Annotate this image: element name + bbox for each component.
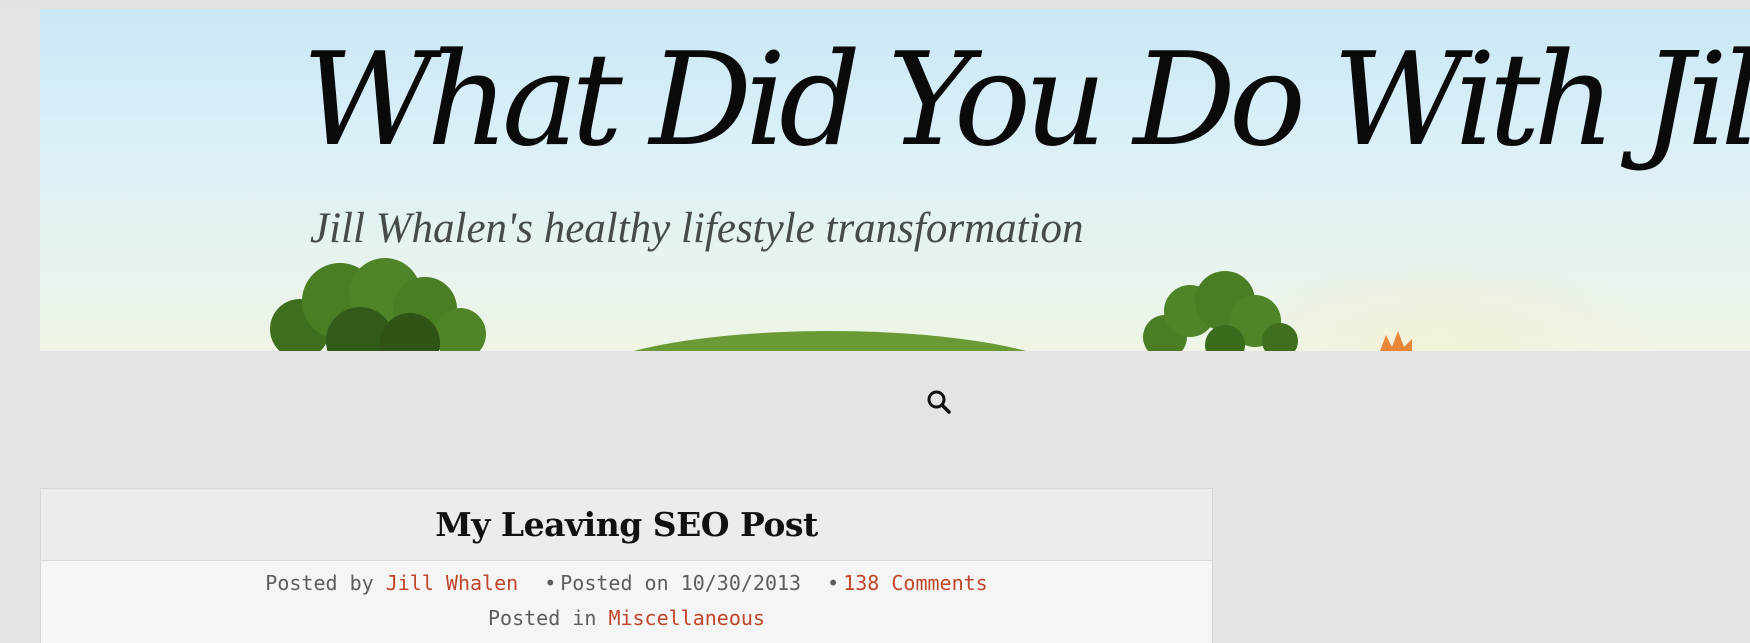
post-meta-line-1: Posted by Jill Whalen • Posted on 10/30/2… [41, 566, 1212, 601]
meta-separator: • [544, 571, 557, 595]
posted-on-label: Posted on [560, 571, 669, 595]
hill [633, 331, 1027, 351]
post-card: My Leaving SEO Post Posted by Jill Whale… [40, 488, 1213, 643]
header-banner[interactable]: What Did You Do With Jill? Jill Whalen's… [40, 9, 1750, 351]
site-title[interactable]: What Did You Do With Jill? [302, 37, 1750, 165]
post-header: My Leaving SEO Post [41, 489, 1212, 561]
meta-separator: • [827, 571, 840, 595]
bush-right [1143, 271, 1298, 351]
post-date: 10/30/2013 [680, 571, 802, 595]
nav-bar [40, 351, 1750, 451]
comments-link[interactable]: 138 Comments [843, 571, 988, 595]
search-toggle-button[interactable] [924, 387, 954, 417]
top-strip [0, 0, 1750, 9]
author-link[interactable]: Jill Whalen [386, 571, 518, 595]
posted-by-label: Posted by [265, 571, 374, 595]
bush-left [270, 258, 486, 351]
category-link[interactable]: Miscellaneous [608, 606, 765, 630]
site-tagline: Jill Whalen's healthy lifestyle transfor… [310, 205, 1084, 252]
post-meta-line-2: Posted in Miscellaneous [41, 601, 1212, 636]
post-meta: Posted by Jill Whalen • Posted on 10/30/2… [41, 561, 1212, 636]
post-title[interactable]: My Leaving SEO Post [435, 505, 818, 544]
search-icon[interactable] [926, 389, 952, 415]
page: What Did You Do With Jill? Jill Whalen's… [0, 0, 1750, 643]
posted-in-label: Posted in [488, 606, 597, 630]
